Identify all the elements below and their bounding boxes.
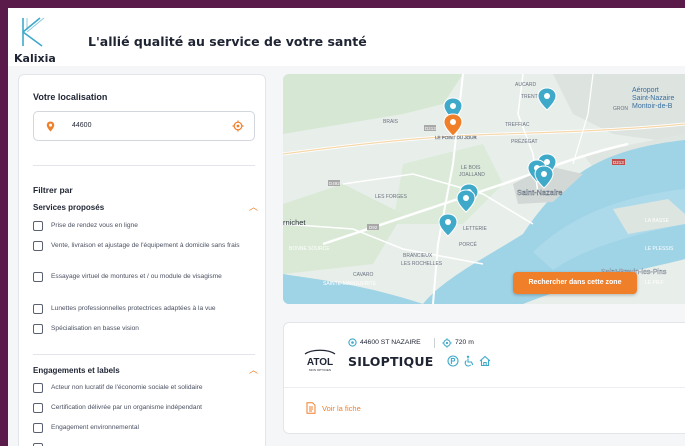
map-label: LE PIEF: [645, 280, 664, 286]
map-label: LE PLESSIS: [645, 246, 674, 252]
chevron-up-icon[interactable]: ︿: [249, 363, 258, 376]
filter-option-label: Vente, livraison et ajustage de l'équipe…: [51, 242, 240, 249]
home-service-icon: [479, 354, 491, 372]
result-address: 44600 ST NAZAIRE: [360, 339, 421, 346]
search-this-area-button[interactable]: Rechercher dans cette zone: [513, 272, 637, 294]
filters-title: Filtrer par: [33, 185, 73, 195]
location-value: 44600: [72, 122, 92, 129]
location-input[interactable]: 44600: [33, 111, 255, 141]
view-details-link[interactable]: Voir la fiche: [322, 404, 361, 413]
map-label: Aéroport: [632, 87, 659, 94]
result-distance: 720 m: [455, 339, 474, 346]
map-label: LES FORGES: [375, 194, 408, 200]
map-label: D92: [369, 225, 378, 230]
map-label: Montoir-de-B: [632, 103, 673, 110]
document-icon[interactable]: [306, 402, 316, 414]
map-canvas[interactable]: AUCARD TRENTE Aéroport Saint-Nazaire Mon…: [283, 74, 685, 304]
map-label: JOALLAND: [459, 172, 485, 178]
parking-icon: [447, 354, 459, 372]
map-label: D213: [425, 126, 436, 131]
map-label: D492: [329, 181, 340, 186]
checkbox[interactable]: [33, 304, 43, 314]
location-pin-icon: [348, 338, 357, 347]
map-label: Saint-Nazaire: [632, 95, 675, 102]
result-name[interactable]: SILOPTIQUE: [348, 354, 433, 369]
divider: [33, 354, 255, 355]
app-frame: Kalixia L'allié qualité au service de vo…: [8, 8, 685, 446]
checkbox[interactable]: [33, 241, 43, 251]
filter-option-label: Certification délivrée par un organisme …: [51, 404, 203, 411]
chevron-up-icon[interactable]: ︿: [249, 200, 258, 213]
checkbox[interactable]: [33, 324, 43, 334]
filter-option-label: Lunettes professionnelles protectrices a…: [51, 305, 216, 312]
map-label: LES ROCHELLES: [401, 261, 443, 267]
checkbox[interactable]: [33, 272, 43, 282]
kalixia-logo-mark: [22, 17, 45, 47]
wheelchair-icon: [463, 354, 475, 372]
distance-icon: [442, 338, 452, 348]
map-label: BRAIS: [383, 119, 399, 125]
section-title-services[interactable]: Services proposés: [33, 203, 104, 212]
filter-option-label: Essayage virtuel de montures et / ou mod…: [51, 273, 222, 280]
checkbox[interactable]: [33, 423, 43, 433]
map-label: AUCARD: [515, 82, 537, 88]
map-label: GRON: [613, 106, 628, 112]
map-label: BRANCIEUX: [403, 253, 433, 259]
map-label: LA BASSE: [645, 218, 670, 224]
map-label: LETTERIE: [463, 226, 488, 232]
filter-option-label: Prise de rendez vous en ligne: [51, 222, 138, 229]
map-label: D213: [613, 160, 624, 165]
divider: [284, 387, 685, 388]
filter-option-label: Spécialisation en basse vision: [51, 325, 139, 332]
header: Kalixia L'allié qualité au service de vo…: [8, 8, 685, 66]
filter-sidebar: Votre localisation 44600 Filtrer par Ser…: [18, 74, 266, 446]
atol-logo-text: ATOL: [307, 357, 333, 368]
map-label: PORCÉ: [459, 241, 477, 248]
tagline: L'allié qualité au service de votre sant…: [88, 34, 367, 49]
geolocate-icon[interactable]: [232, 120, 244, 132]
location-pin-icon: [46, 121, 55, 132]
checkbox[interactable]: [33, 221, 43, 231]
location-title: Votre localisation: [33, 92, 108, 102]
map-label: LE BOIS: [461, 165, 481, 171]
kalixia-logo[interactable]: Kalixia: [14, 14, 64, 65]
map-label: Saint-Nazaire: [517, 188, 562, 197]
atol-logo: ATOL MON OPTICIEN: [302, 347, 338, 373]
result-badges: [447, 354, 507, 368]
map-label: PRÉZÉGAT: [511, 138, 538, 145]
section-title-engagements[interactable]: Engagements et labels: [33, 366, 120, 375]
result-card[interactable]: ATOL MON OPTICIEN 44600 ST NAZAIRE 720 m…: [283, 322, 685, 434]
filter-option-label: Acteur non lucratif de l'économie social…: [51, 384, 203, 391]
checkbox[interactable]: [33, 383, 43, 393]
map-label: LE POINT DU JOUR: [435, 135, 477, 140]
filter-option-label: Engagement environnemental: [51, 424, 139, 431]
map-label: SAINTE-MARGUERITE: [323, 281, 377, 287]
divider: [434, 338, 435, 348]
brand-name: Kalixia: [14, 52, 56, 65]
atol-logo-mark: ATOL MON OPTICIEN: [304, 349, 336, 372]
checkbox[interactable]: [33, 403, 43, 413]
atol-logo-subtext: MON OPTICIEN: [309, 368, 331, 372]
map-label: rnichet: [283, 218, 306, 227]
divider: [33, 165, 255, 166]
map-label: CAVARO: [353, 272, 373, 278]
map-label: BONNE SOURCE: [289, 246, 330, 252]
map[interactable]: AUCARD TRENTE Aéroport Saint-Nazaire Mon…: [283, 74, 685, 304]
map-label: TREFFIAC: [505, 122, 530, 128]
